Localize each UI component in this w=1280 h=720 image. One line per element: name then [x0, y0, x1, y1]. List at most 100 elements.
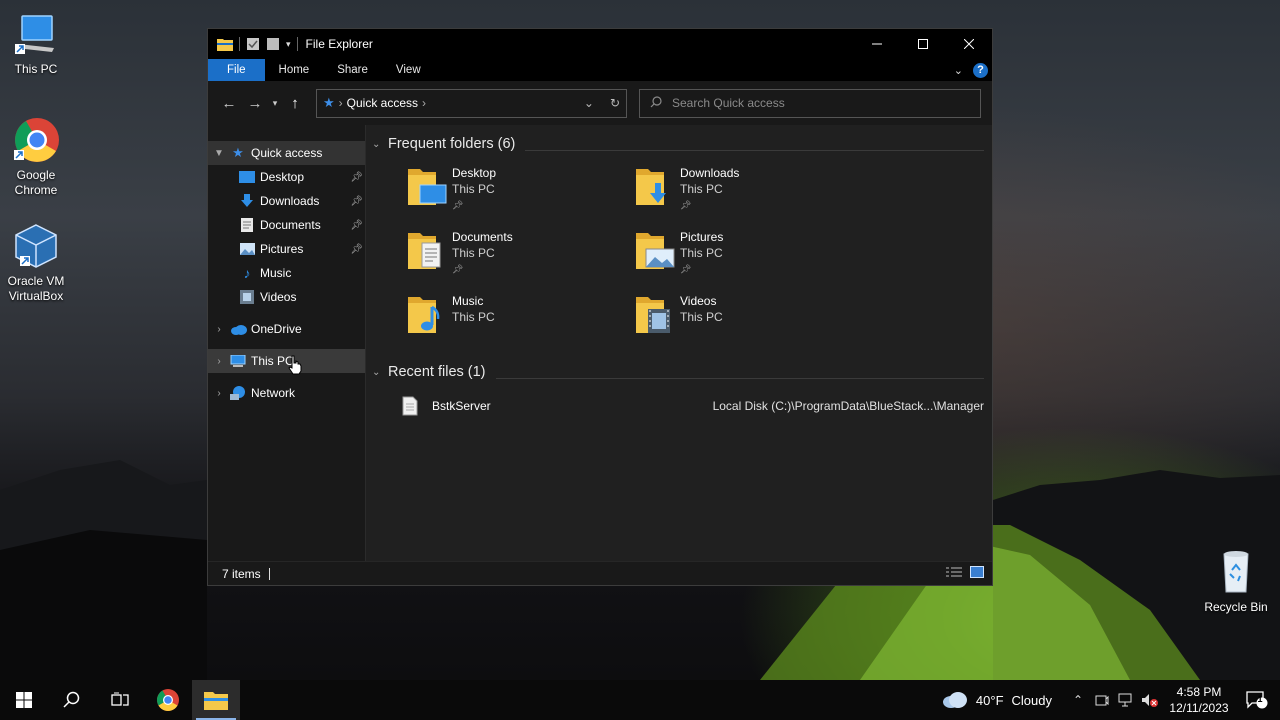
sidebar-item-network[interactable]: › Network — [208, 381, 365, 405]
large-icons-view-icon[interactable] — [970, 566, 984, 581]
sidebar-item-label: Music — [260, 266, 292, 280]
folder-name: Documents — [452, 230, 513, 244]
clock[interactable]: 4:58 PM 12/11/2023 — [1168, 684, 1230, 716]
sidebar-item-label: Downloads — [260, 194, 320, 208]
weather-widget[interactable]: 40°F Cloudy — [942, 691, 1052, 709]
search-icon — [650, 95, 662, 111]
chrome-icon — [14, 118, 59, 162]
desktop-icon-virtualbox[interactable]: Oracle VM VirtualBox — [0, 222, 72, 304]
show-hidden-icons-button[interactable]: ⌃ — [1066, 693, 1090, 707]
back-button[interactable]: ← — [216, 90, 242, 116]
clock-date: 12/11/2023 — [1169, 701, 1229, 715]
task-view-icon — [111, 692, 129, 706]
help-button[interactable]: ? — [973, 62, 988, 78]
breadcrumb-separator[interactable]: › — [422, 96, 426, 110]
refresh-icon[interactable]: ↻ — [610, 96, 620, 110]
cloud-icon — [229, 321, 247, 337]
tab-view[interactable]: View — [382, 59, 435, 81]
folder-tile-desktop[interactable]: Desktop This PC 📌︎ — [406, 165, 634, 213]
close-button[interactable] — [946, 29, 992, 59]
desktop-folder-icon — [238, 169, 256, 185]
expand-ribbon-chevron-icon[interactable]: ⌄ — [954, 64, 963, 77]
clock-time: 4:58 PM — [1176, 685, 1222, 699]
customize-toolbar-icon[interactable]: ▾ — [286, 39, 291, 50]
recent-file-row[interactable]: BstkServer Local Disk (C:)\ProgramData\B… — [372, 393, 984, 419]
sidebar-item-videos[interactable]: Videos — [208, 285, 365, 309]
document-icon — [238, 217, 256, 233]
sidebar-item-music[interactable]: ♪ Music — [208, 261, 365, 285]
address-history-chevron-icon[interactable]: ⌄ — [584, 96, 594, 110]
breadcrumb-quick-access[interactable]: Quick access — [347, 96, 418, 110]
folder-name: Pictures — [680, 230, 724, 244]
network-tray-icon[interactable] — [1114, 693, 1138, 707]
title-bar[interactable]: ▾ File Explorer — [208, 29, 992, 59]
pin-icon: 📌︎ — [350, 195, 363, 207]
chevron-down-icon: ▾ — [272, 97, 278, 108]
properties-icon[interactable] — [246, 37, 260, 51]
taskbar-file-explorer[interactable] — [192, 680, 240, 720]
ribbon-tabs: File Home Share View ⌄ ? — [208, 59, 992, 81]
taskbar-chrome[interactable] — [144, 680, 192, 720]
folder-tile-pictures[interactable]: Pictures This PC 📌︎ — [634, 229, 862, 277]
tab-share[interactable]: Share — [323, 59, 382, 81]
task-view-button[interactable] — [96, 680, 144, 720]
sidebar-item-onedrive[interactable]: › OneDrive — [208, 317, 365, 341]
system-tray: 40°F Cloudy ⌃ 4:58 PM 12/11/2023 1 — [942, 680, 1280, 720]
new-folder-icon[interactable] — [266, 37, 280, 51]
folder-tile-music[interactable]: Music This PC — [406, 293, 634, 341]
chevron-right-icon[interactable]: › — [209, 388, 229, 399]
recent-locations-button[interactable]: ▾ — [268, 90, 282, 116]
start-button[interactable] — [0, 680, 48, 720]
chevron-down-icon[interactable]: ⌄ — [372, 367, 388, 378]
documents-folder-icon — [408, 233, 441, 269]
tab-file[interactable]: File — [208, 59, 265, 81]
sidebar-item-documents[interactable]: Documents 📌︎ — [208, 213, 365, 237]
recent-file-name: BstkServer — [432, 399, 491, 413]
volume-muted-icon[interactable] — [1138, 693, 1162, 707]
sidebar-item-this-pc[interactable]: › This PC — [208, 349, 365, 375]
sidebar-item-desktop[interactable]: Desktop 📌︎ — [208, 165, 365, 189]
frequent-folders-header[interactable]: ⌄ Frequent folders (6) — [372, 133, 984, 155]
sidebar-item-label: Quick access — [251, 146, 323, 160]
up-button[interactable]: ↑ — [282, 90, 308, 116]
toolbar-separator — [296, 37, 298, 51]
recent-files-header[interactable]: ⌄ Recent files (1) — [372, 361, 984, 383]
details-view-icon[interactable] — [946, 566, 962, 581]
network-icon — [229, 385, 247, 401]
desktop-icon-this-pc[interactable]: This PC — [0, 10, 72, 77]
desktop-icon-recycle-bin[interactable]: Recycle Bin — [1200, 548, 1272, 615]
chevron-down-icon[interactable]: ⌄ — [372, 139, 388, 150]
folder-tile-documents[interactable]: Documents This PC 📌︎ — [406, 229, 634, 277]
download-arrow-icon — [238, 193, 256, 209]
folder-tile-downloads[interactable]: Downloads This PC 📌︎ — [634, 165, 862, 213]
folder-tile-videos[interactable]: Videos This PC — [634, 293, 862, 341]
sidebar-item-downloads[interactable]: Downloads 📌︎ — [208, 189, 365, 213]
meet-now-icon[interactable] — [1090, 693, 1114, 707]
breadcrumb-separator[interactable]: › — [339, 96, 343, 110]
quick-access-toolbar: ▾ — [208, 37, 298, 51]
search-box[interactable]: Search Quick access — [639, 88, 981, 118]
cloud-icon — [942, 692, 967, 708]
address-bar[interactable]: ★ › Quick access › ⌄ ↻ — [316, 88, 627, 118]
downloads-folder-icon — [636, 169, 666, 205]
sidebar-item-quick-access[interactable]: ▼ ★ Quick access — [208, 141, 365, 165]
pin-icon: 📌︎ — [350, 171, 363, 183]
folder-name: Desktop — [452, 166, 497, 180]
chevron-right-icon[interactable]: › — [209, 356, 229, 367]
desktop-icon-google-chrome[interactable]: Google Chrome — [0, 116, 72, 198]
forward-button[interactable]: → — [242, 90, 268, 116]
chevron-down-icon[interactable]: ▼ — [209, 148, 229, 159]
action-center-button[interactable]: 1 — [1240, 691, 1280, 709]
sidebar-item-pictures[interactable]: Pictures 📌︎ — [208, 237, 365, 261]
search-button[interactable] — [48, 680, 96, 720]
maximize-button[interactable] — [900, 29, 946, 59]
tab-home[interactable]: Home — [265, 59, 324, 81]
folder-location: This PC — [452, 246, 495, 260]
group-divider — [495, 377, 984, 379]
chevron-right-icon[interactable]: › — [209, 324, 229, 335]
minimize-button[interactable] — [854, 29, 900, 59]
folder-location: This PC — [452, 182, 495, 196]
arrow-up-icon: ↑ — [291, 94, 299, 112]
